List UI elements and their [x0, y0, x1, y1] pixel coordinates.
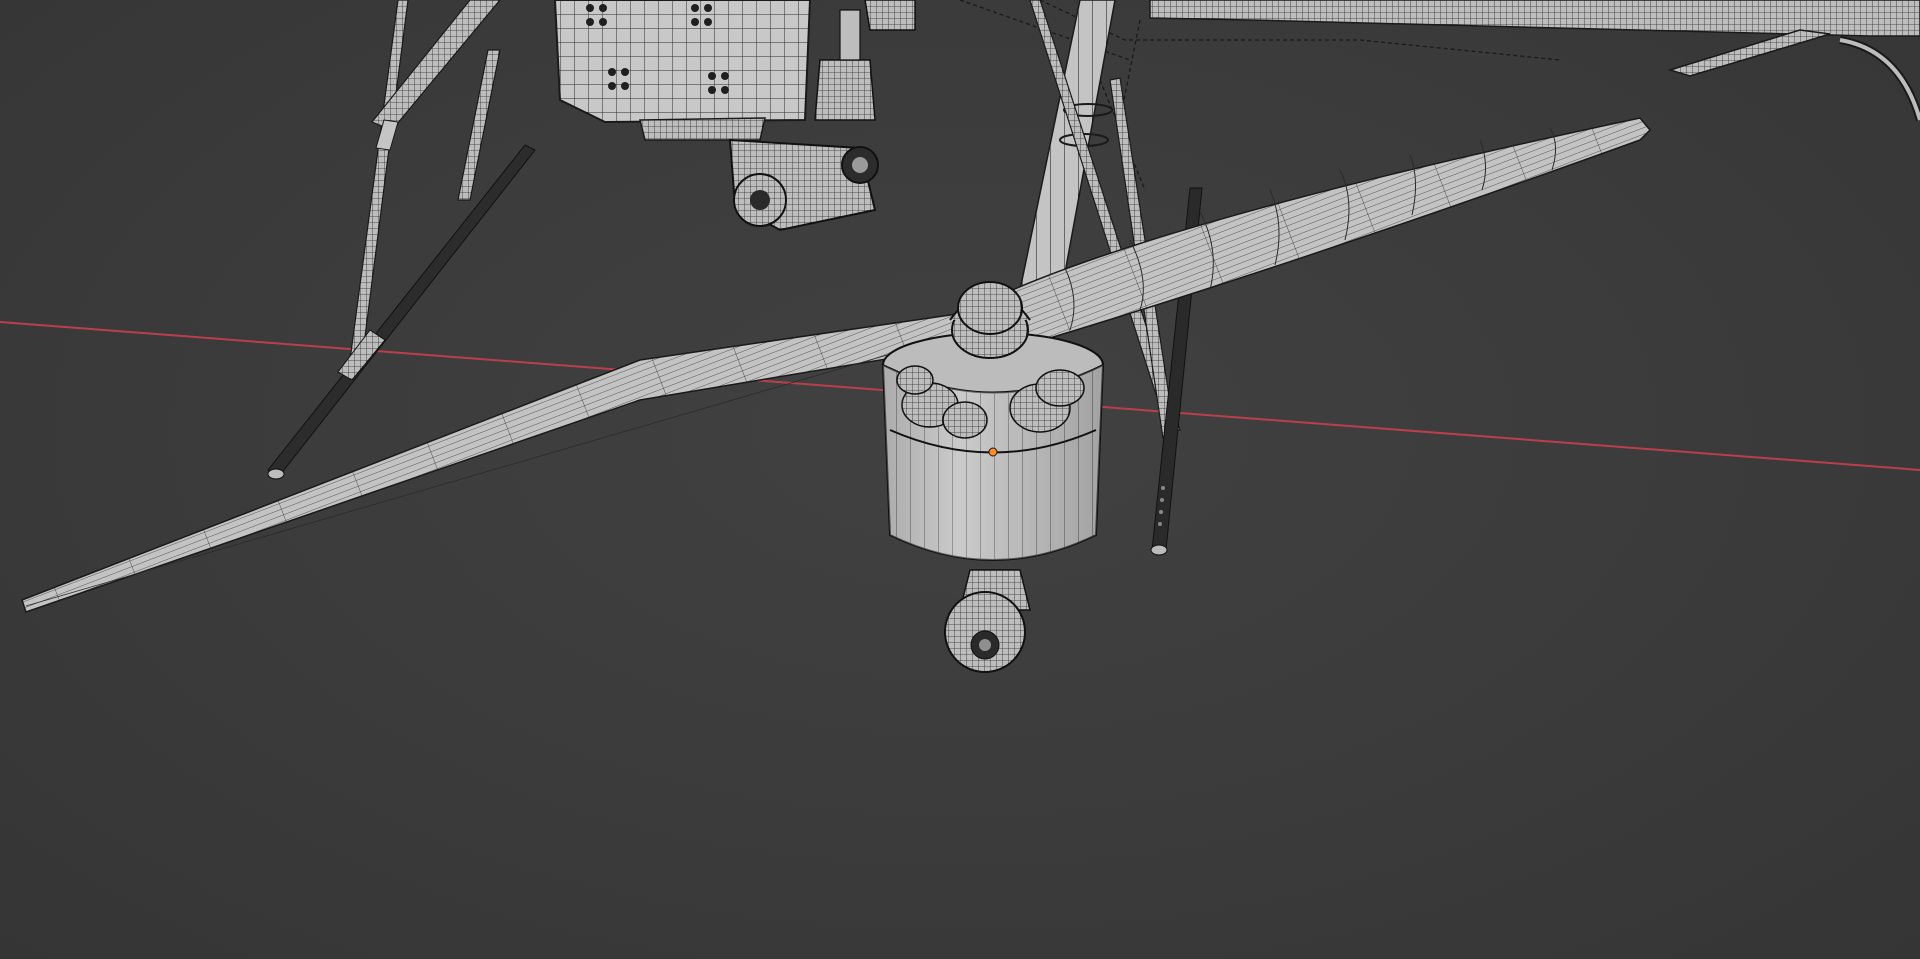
- electronics-box[interactable]: [553, 0, 812, 141]
- 3d-viewport[interactable]: [0, 0, 1920, 959]
- motor-mount[interactable]: [944, 569, 1031, 673]
- landing-gear-left[interactable]: [267, 0, 536, 480]
- top-frame-tube[interactable]: [1149, 0, 1920, 122]
- drone-arm[interactable]: [1019, 0, 1116, 301]
- object-origin[interactable]: [988, 447, 998, 457]
- viewport-scene[interactable]: [0, 0, 1920, 959]
- motor-housing[interactable]: [881, 332, 1105, 561]
- propeller-blade-left[interactable]: [21, 309, 1002, 613]
